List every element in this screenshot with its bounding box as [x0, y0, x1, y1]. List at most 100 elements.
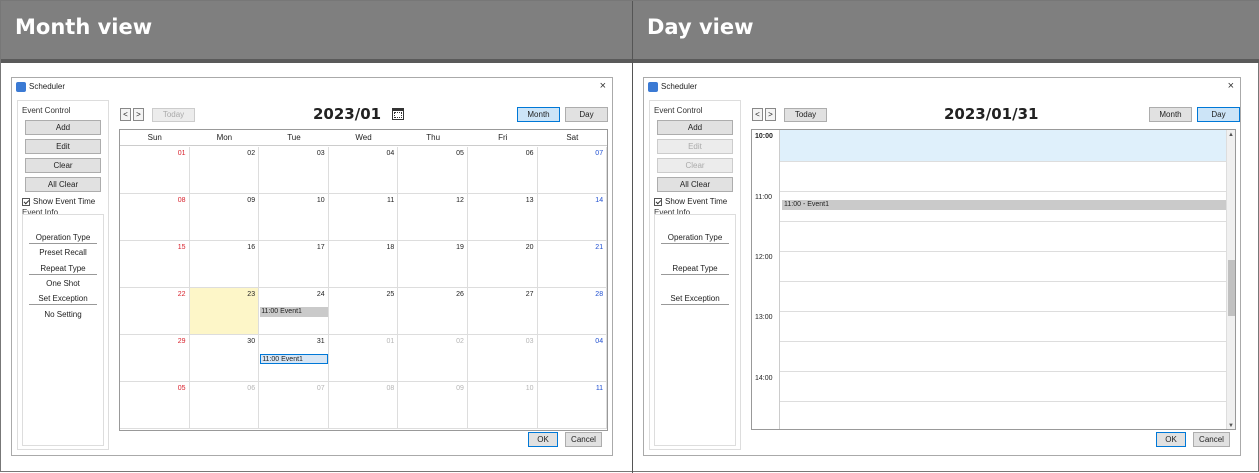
next-button[interactable]: >: [133, 108, 144, 121]
day-number: 08: [177, 197, 186, 204]
scroll-up-icon[interactable]: ▲: [1228, 132, 1234, 138]
day-cell[interactable]: 28: [537, 288, 608, 335]
prev-button[interactable]: <: [120, 108, 131, 121]
today-button[interactable]: Today: [152, 108, 195, 122]
day-cell[interactable]: 19: [398, 241, 468, 288]
cancel-button[interactable]: Cancel: [565, 432, 602, 447]
next-button[interactable]: >: [765, 108, 776, 121]
current-time-band: [780, 130, 1228, 161]
day-cell[interactable]: 07: [537, 147, 608, 194]
cancel-button[interactable]: Cancel: [1193, 432, 1230, 447]
day-number: 10: [525, 385, 534, 392]
day-cell[interactable]: 22: [120, 288, 190, 335]
day-number: 02: [456, 338, 464, 345]
day-cell[interactable]: 29: [120, 335, 190, 382]
add-button[interactable]: Add: [657, 120, 733, 135]
day-number: 26: [456, 291, 464, 298]
checkbox-icon[interactable]: [22, 197, 30, 206]
weekday-header: Sun Mon Tue Wed Thu Fri Sat: [120, 130, 607, 146]
vertical-scrollbar[interactable]: ▲ ▼: [1226, 130, 1235, 429]
day-cell[interactable]: 01: [120, 147, 190, 194]
clear-button[interactable]: Clear: [25, 158, 101, 173]
day-cell[interactable]: 27: [468, 288, 538, 335]
all-clear-button[interactable]: All Clear: [25, 177, 101, 192]
today-button[interactable]: Today: [784, 108, 827, 122]
day-cell[interactable]: 07: [259, 382, 329, 429]
weekday-label: Mon: [216, 133, 233, 142]
app-icon: [648, 82, 658, 92]
day-cell[interactable]: 25: [328, 288, 399, 335]
title-bar: Scheduler ×: [644, 78, 1240, 96]
all-clear-button[interactable]: All Clear: [657, 177, 733, 192]
event-chip-selected[interactable]: 11:00 Event1: [260, 354, 329, 364]
month-view-button[interactable]: Month: [517, 107, 560, 122]
day-cell[interactable]: 06: [189, 382, 260, 429]
day-cell[interactable]: 18: [328, 241, 399, 288]
day-cell[interactable]: 09: [398, 382, 468, 429]
day-cell[interactable]: 05: [398, 147, 468, 194]
close-icon[interactable]: ×: [1228, 80, 1234, 92]
day-event-block[interactable]: 11:00 - Event1: [782, 200, 1228, 210]
operation-type-label: Operation Type: [29, 233, 97, 244]
day-cell[interactable]: 08: [328, 382, 399, 429]
day-number: 01: [386, 338, 395, 345]
day-view-button[interactable]: Day: [1197, 107, 1240, 122]
close-icon[interactable]: ×: [600, 80, 606, 92]
day-cell[interactable]: 01: [328, 335, 399, 382]
day-cell[interactable]: 15: [120, 241, 190, 288]
day-number: 03: [525, 338, 534, 345]
day-number: 06: [525, 150, 534, 157]
day-cell[interactable]: 02: [398, 335, 468, 382]
day-cell[interactable]: 08: [120, 194, 190, 241]
scroll-thumb[interactable]: [1228, 260, 1235, 316]
day-number: 05: [456, 150, 464, 157]
day-cell[interactable]: 14: [537, 194, 608, 241]
day-cell[interactable]: 05: [120, 382, 190, 429]
day-number: 09: [456, 385, 464, 392]
set-exception-label: Set Exception: [661, 294, 729, 305]
edit-button[interactable]: Edit: [657, 139, 733, 154]
day-cell[interactable]: 06: [468, 147, 538, 194]
day-cell[interactable]: 31 11:00 Event1: [259, 335, 329, 382]
ok-button[interactable]: OK: [528, 432, 558, 447]
day-cell[interactable]: 11: [537, 382, 608, 429]
day-cell[interactable]: 04: [328, 147, 399, 194]
day-cell[interactable]: 13: [468, 194, 538, 241]
day-cell[interactable]: 17: [259, 241, 329, 288]
day-date-header: 2023/01/31: [944, 105, 1039, 123]
edit-button[interactable]: Edit: [25, 139, 101, 154]
day-cell[interactable]: 12: [398, 194, 468, 241]
day-cell[interactable]: 10: [468, 382, 538, 429]
repeat-type-value: One Shot: [46, 279, 80, 288]
day-view-button[interactable]: Day: [565, 107, 608, 122]
hour-line: [780, 311, 1228, 312]
prev-button[interactable]: <: [752, 108, 763, 121]
add-button[interactable]: Add: [25, 120, 101, 135]
day-cell[interactable]: 16: [189, 241, 260, 288]
day-cell[interactable]: 09: [189, 194, 260, 241]
day-cell[interactable]: 21: [537, 241, 608, 288]
day-cell[interactable]: 23: [189, 288, 260, 335]
ok-button[interactable]: OK: [1156, 432, 1186, 447]
month-view-button[interactable]: Month: [1149, 107, 1192, 122]
day-cell[interactable]: 26: [398, 288, 468, 335]
day-cell[interactable]: 11: [328, 194, 399, 241]
clear-button[interactable]: Clear: [657, 158, 733, 173]
day-cell[interactable]: 02: [189, 147, 260, 194]
show-event-time-checkbox[interactable]: Show Event Time: [654, 197, 727, 206]
day-cell[interactable]: 03: [468, 335, 538, 382]
day-cell[interactable]: 04: [537, 335, 608, 382]
calendar-icon[interactable]: [392, 108, 404, 120]
checkbox-icon[interactable]: [654, 197, 662, 206]
scroll-down-icon[interactable]: ▼: [1228, 423, 1234, 429]
scheduler-window-month: Scheduler × Event Control Add Edit Clear…: [11, 77, 613, 456]
day-cell[interactable]: 20: [468, 241, 538, 288]
hour-line: [780, 191, 1228, 192]
event-chip[interactable]: 11:00 Event1: [260, 307, 329, 317]
day-cell[interactable]: 03: [259, 147, 329, 194]
show-event-time-checkbox[interactable]: Show Event Time: [22, 197, 95, 206]
day-cell[interactable]: 10: [259, 194, 329, 241]
hour-line: [780, 371, 1228, 372]
day-cell[interactable]: 30: [189, 335, 260, 382]
day-cell[interactable]: 24 11:00 Event1: [259, 288, 329, 335]
